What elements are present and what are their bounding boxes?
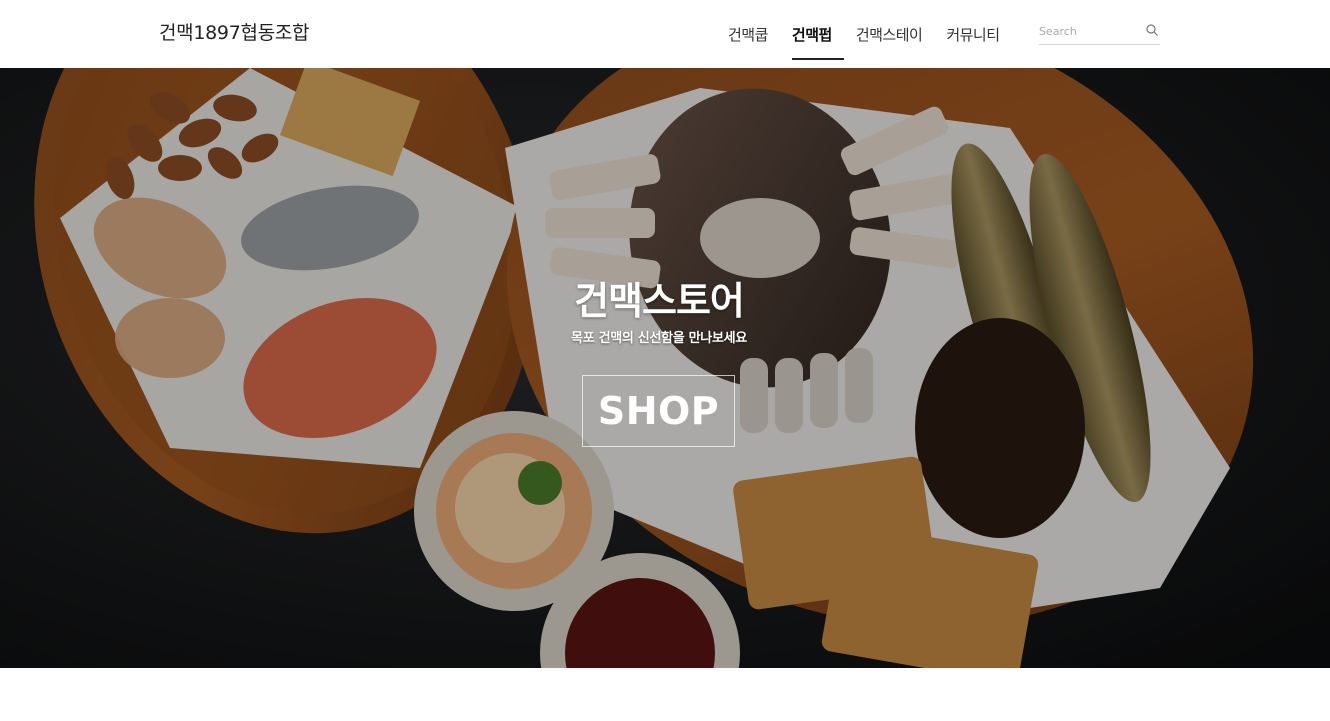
shop-button[interactable]: SHOP: [582, 375, 735, 447]
nav-item-geonmaek-pub[interactable]: 건맥펍: [780, 8, 844, 60]
nav-item-geonmaek-coop[interactable]: 건맥쿱: [716, 8, 780, 60]
hero-subtitle: 목포 건맥의 신선함을 만나보세요: [571, 331, 747, 346]
nav-item-community[interactable]: 커뮤니티: [934, 8, 1011, 60]
main-nav: 건맥쿱 건맥펍 건맥스테이 커뮤니티: [716, 0, 1012, 68]
search-input[interactable]: [1039, 19, 1139, 43]
brand-logo-text[interactable]: 건맥1897협동조합: [159, 18, 310, 45]
nav-item-geonmaek-stay[interactable]: 건맥스테이: [844, 8, 935, 60]
site-header: 건맥1897협동조합 건맥쿱 건맥펍 건맥스테이 커뮤니티: [0, 0, 1330, 68]
search-icon[interactable]: [1145, 23, 1159, 37]
hero-title: 건맥스토어: [574, 279, 745, 323]
search-box: [1039, 19, 1160, 45]
hero-banner: 건맥스토어 목포 건맥의 신선함을 만나보세요 SHOP: [0, 68, 1330, 668]
hero-overlay: [0, 68, 1330, 668]
